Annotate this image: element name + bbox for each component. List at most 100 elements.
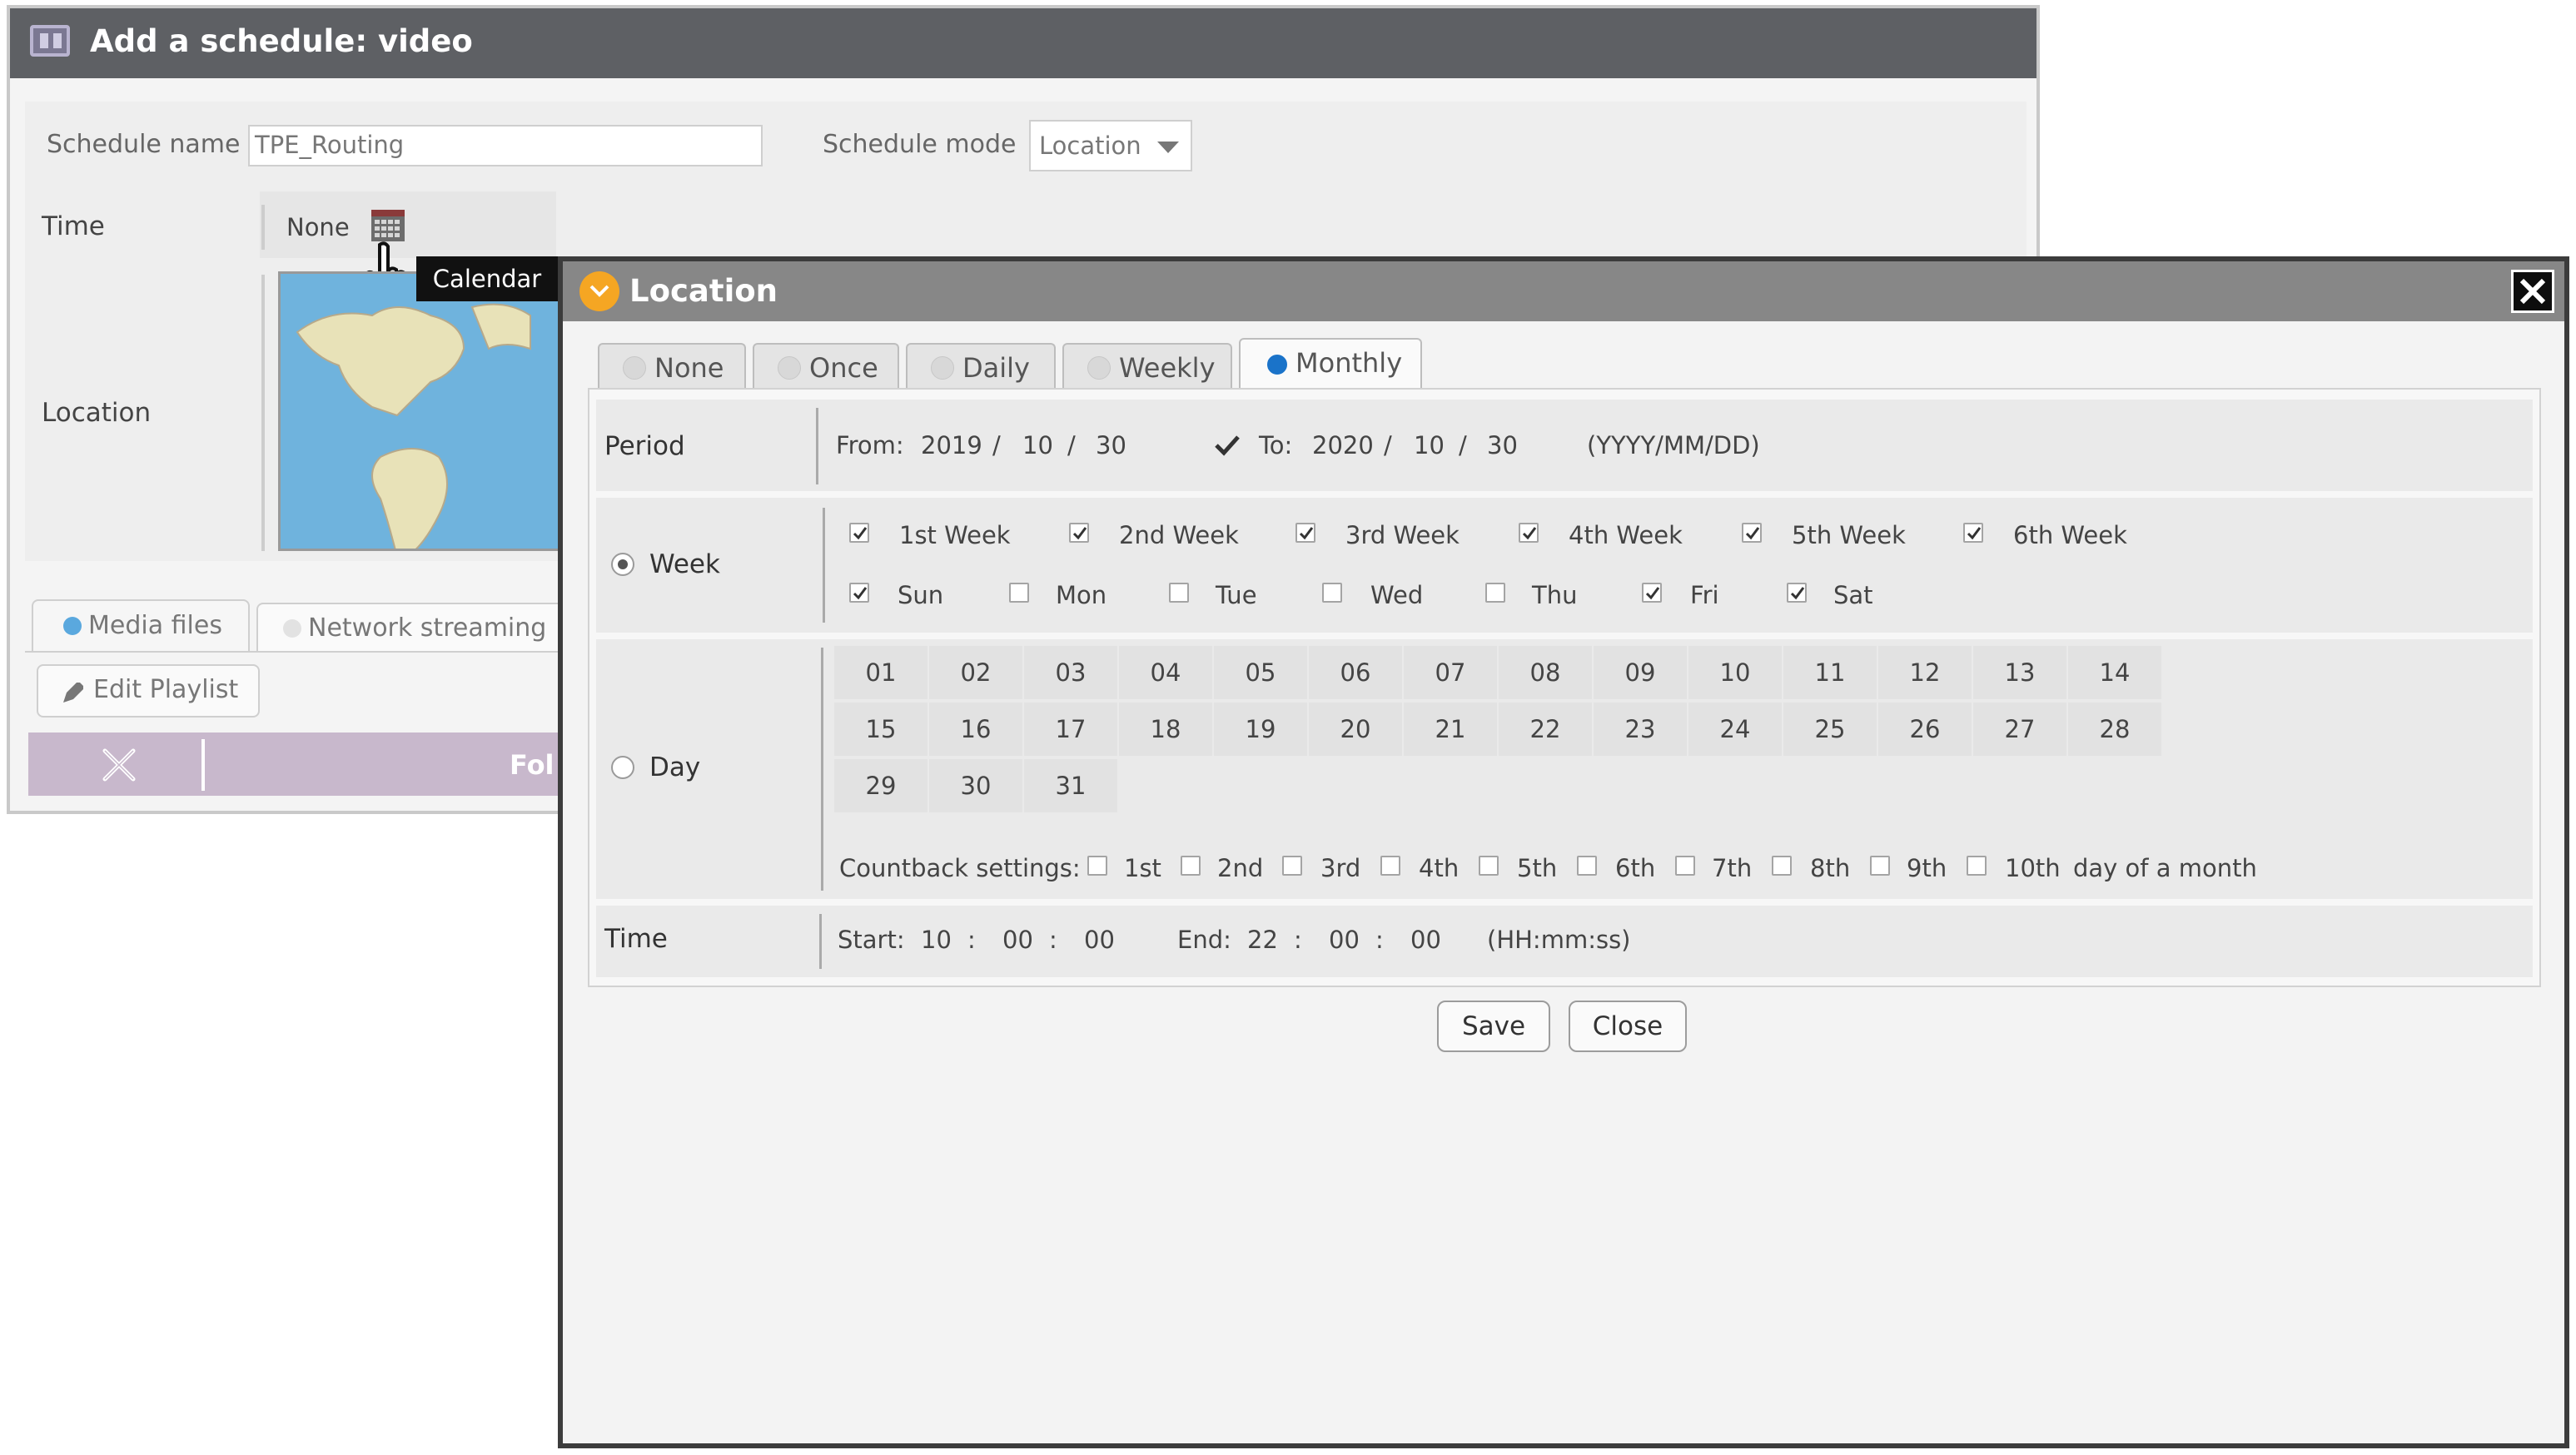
tab-media-files[interactable]: Media files — [32, 599, 250, 651]
tab-weekly[interactable]: Weekly — [1062, 343, 1232, 391]
week-4-checkbox[interactable] — [1519, 523, 1539, 543]
week-1-checkbox[interactable] — [849, 523, 869, 543]
tab-network-streaming[interactable]: Network streaming — [256, 603, 564, 651]
day-cell[interactable]: 09 — [1594, 646, 1687, 699]
day-cell[interactable]: 17 — [1024, 703, 1117, 756]
day-cell[interactable]: 21 — [1404, 703, 1497, 756]
schedule-mode-select[interactable]: Location — [1029, 120, 1192, 171]
day-cell[interactable]: 02 — [929, 646, 1022, 699]
day-cell[interactable]: 14 — [2068, 646, 2161, 699]
tab-none[interactable]: None — [598, 343, 746, 391]
save-button[interactable]: Save — [1437, 1001, 1550, 1052]
mon-checkbox[interactable] — [1009, 583, 1029, 603]
day-cell[interactable]: 28 — [2068, 703, 2161, 756]
countback-5th-checkbox[interactable] — [1479, 856, 1499, 876]
time-value: None — [286, 213, 350, 241]
countback-9th-checkbox[interactable] — [1870, 856, 1890, 876]
countback-4th-checkbox[interactable] — [1380, 856, 1400, 876]
week-row — [596, 498, 2533, 633]
sun-checkbox[interactable] — [849, 583, 869, 603]
collapse-chevron-icon[interactable] — [579, 271, 619, 311]
schedule-mode-value: Location — [1039, 132, 1141, 160]
period-to-label: To: — [1259, 431, 1293, 459]
day-cell[interactable]: 26 — [1878, 703, 1972, 756]
end-hour[interactable]: 22 — [1247, 926, 1278, 954]
day-cell[interactable]: 12 — [1878, 646, 1972, 699]
day-cell[interactable]: 29 — [834, 759, 927, 812]
day-cell[interactable]: 07 — [1404, 646, 1497, 699]
start-second[interactable]: 00 — [1084, 926, 1115, 954]
day-cell[interactable]: 16 — [929, 703, 1022, 756]
from-day[interactable]: 30 — [1096, 431, 1126, 459]
day-cell[interactable]: 19 — [1214, 703, 1307, 756]
schedule-window-titlebar: Add a schedule: video — [10, 8, 2036, 78]
dialog-close-button[interactable] — [2511, 270, 2554, 313]
schedule-name-input[interactable]: TPE_Routing — [248, 125, 763, 166]
day-cell[interactable]: 08 — [1499, 646, 1592, 699]
playlist-header-bar: Fol — [28, 732, 569, 796]
edit-playlist-button[interactable]: Edit Playlist — [37, 664, 260, 718]
date-format-hint: (YYYY/MM/DD) — [1587, 431, 1760, 459]
week-6-checkbox[interactable] — [1963, 523, 1983, 543]
start-minute[interactable]: 00 — [1002, 926, 1033, 954]
day-cell[interactable]: 31 — [1024, 759, 1117, 812]
end-second[interactable]: 00 — [1410, 926, 1441, 954]
countback-8th-checkbox[interactable] — [1772, 856, 1792, 876]
day-cell[interactable]: 05 — [1214, 646, 1307, 699]
countback-6th-checkbox[interactable] — [1577, 856, 1597, 876]
day-cell[interactable]: 30 — [929, 759, 1022, 812]
tue-checkbox[interactable] — [1169, 583, 1189, 603]
day-cell[interactable]: 20 — [1309, 703, 1402, 756]
day-cell[interactable]: 13 — [1973, 646, 2066, 699]
to-day[interactable]: 30 — [1487, 431, 1518, 459]
week-radio[interactable] — [611, 553, 634, 576]
countback-3rd-checkbox[interactable] — [1282, 856, 1302, 876]
countback-2nd-checkbox[interactable] — [1181, 856, 1201, 876]
day-radio[interactable] — [611, 756, 634, 779]
week-3-checkbox[interactable] — [1295, 523, 1315, 543]
to-date-check-icon[interactable] — [1214, 435, 1241, 456]
week-5-checkbox[interactable] — [1742, 523, 1762, 543]
calendar-icon[interactable] — [370, 206, 406, 243]
to-year[interactable]: 2020 — [1312, 431, 1374, 459]
day-cell[interactable]: 24 — [1688, 703, 1782, 756]
from-month[interactable]: 10 — [1022, 431, 1053, 459]
schedule-name-label: Schedule name — [47, 130, 241, 159]
countback-label: Countback settings: — [839, 854, 1081, 882]
to-month[interactable]: 10 — [1414, 431, 1445, 459]
day-cell[interactable]: 18 — [1119, 703, 1212, 756]
close-button[interactable]: Close — [1569, 1001, 1687, 1052]
day-cell[interactable]: 25 — [1783, 703, 1877, 756]
countback-1st-checkbox[interactable] — [1087, 856, 1107, 876]
from-year[interactable]: 2019 — [921, 431, 982, 459]
day-cell[interactable]: 10 — [1688, 646, 1782, 699]
week-label: Week — [649, 549, 720, 579]
day-cell[interactable]: 11 — [1783, 646, 1877, 699]
day-cell[interactable]: 23 — [1594, 703, 1687, 756]
countback-10th-checkbox[interactable] — [1967, 856, 1987, 876]
thu-checkbox[interactable] — [1485, 583, 1505, 603]
countback-7th-checkbox[interactable] — [1675, 856, 1695, 876]
day-cell[interactable]: 04 — [1119, 646, 1212, 699]
fri-checkbox[interactable] — [1642, 583, 1662, 603]
day-cell[interactable]: 22 — [1499, 703, 1592, 756]
period-label: Period — [604, 431, 685, 461]
close-icon — [2519, 278, 2546, 305]
close-icon[interactable] — [102, 747, 137, 782]
end-minute[interactable]: 00 — [1329, 926, 1360, 954]
tab-daily[interactable]: Daily — [906, 343, 1056, 391]
radio-icon — [1087, 356, 1111, 380]
day-cell[interactable]: 06 — [1309, 646, 1402, 699]
sat-checkbox[interactable] — [1787, 583, 1807, 603]
day-cell[interactable]: 27 — [1973, 703, 2066, 756]
wed-checkbox[interactable] — [1322, 583, 1342, 603]
calendar-tooltip: Calendar — [416, 256, 558, 301]
day-cell[interactable]: 01 — [834, 646, 927, 699]
tab-once[interactable]: Once — [753, 343, 899, 391]
location-map[interactable] — [278, 271, 561, 551]
day-cell[interactable]: 15 — [834, 703, 927, 756]
start-hour[interactable]: 10 — [921, 926, 952, 954]
week-2-checkbox[interactable] — [1069, 523, 1089, 543]
day-cell[interactable]: 03 — [1024, 646, 1117, 699]
tab-monthly[interactable]: Monthly — [1239, 338, 1422, 391]
